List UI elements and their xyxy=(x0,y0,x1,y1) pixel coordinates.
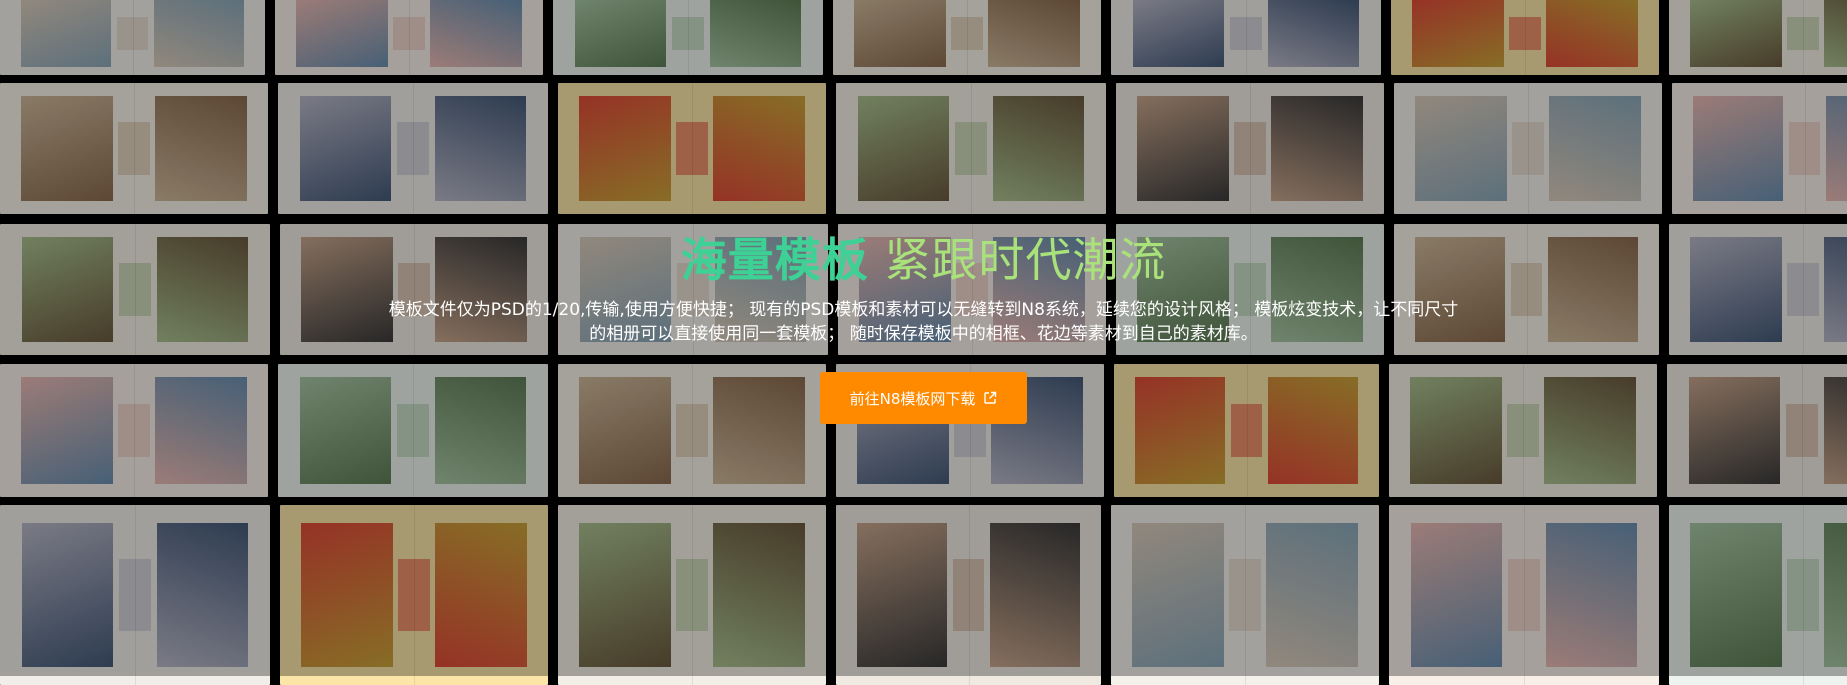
hero-description: 模板文件仅为PSD的1/20,传输,使用方便快捷； 现有的PSD模板和素材可以无… xyxy=(354,298,1494,346)
description-line-1: 模板文件仅为PSD的1/20,传输,使用方便快捷； 现有的PSD模板和素材可以无… xyxy=(388,300,1459,320)
download-button-label: 前往N8模板网下载 xyxy=(849,389,976,408)
headline-part-1: 海量模板 xyxy=(680,233,869,287)
hero-section: 海量模板 紧跟时代潮流 模板文件仅为PSD的1/20,传输,使用方便快捷； 现有… xyxy=(0,232,1847,424)
headline-part-2: 紧跟时代潮流 xyxy=(884,233,1167,287)
external-link-icon xyxy=(984,391,997,404)
hero-headline: 海量模板 紧跟时代潮流 xyxy=(0,232,1847,288)
download-templates-button[interactable]: 前往N8模板网下载 xyxy=(819,372,1028,424)
description-line-2: 的相册可以直接使用同一套模板； 随时保存模板中的相框、花边等素材到自己的素材库。 xyxy=(589,324,1258,344)
